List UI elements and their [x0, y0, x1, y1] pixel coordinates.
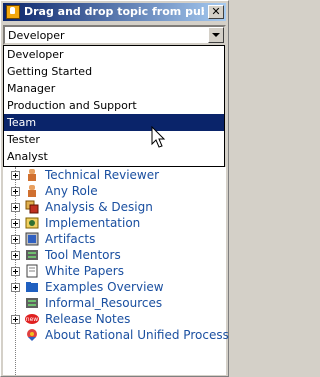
- tree-item[interactable]: About Rational Unified Process: [3, 327, 229, 343]
- role-dropdown-list: Developer Getting Started Manager Produc…: [3, 45, 225, 167]
- tree-item[interactable]: Examples Overview: [3, 279, 226, 295]
- tree-item[interactable]: Tool Mentors: [3, 247, 226, 263]
- tree-item[interactable]: Any Role: [3, 183, 226, 199]
- tree-item-label: About Rational Unified Process: [45, 328, 229, 342]
- new-badge-icon: new: [25, 314, 39, 324]
- tree-item[interactable]: White Papers: [3, 263, 226, 279]
- tree-item-label: Any Role: [45, 184, 98, 198]
- dropdown-item-getting-started[interactable]: Getting Started: [4, 63, 224, 80]
- person-icon: [28, 185, 36, 197]
- expand-icon[interactable]: [11, 219, 20, 228]
- tree-item[interactable]: new Release Notes: [3, 311, 226, 327]
- dropdown-item-team[interactable]: Team: [4, 114, 224, 131]
- tree-item-label: Release Notes: [45, 312, 131, 326]
- tree-item-label: Technical Reviewer: [45, 168, 160, 182]
- tree-item[interactable]: Informal_Resources: [3, 295, 226, 311]
- topic-tree: Technical Reviewer Any Role Analysis & D…: [3, 167, 229, 375]
- tree-item-label: Artifacts: [45, 232, 96, 246]
- tree-item-label: Implementation: [45, 216, 141, 230]
- role-select-value: Developer: [8, 29, 65, 42]
- expand-icon[interactable]: [11, 187, 20, 196]
- expand-icon[interactable]: [11, 171, 20, 180]
- tree-item-label: Examples Overview: [45, 280, 164, 294]
- process-icon: [6, 5, 20, 19]
- tools-icon: [26, 250, 38, 260]
- tree-item-label: Analysis & Design: [45, 200, 153, 214]
- window-title: Drag and drop topic from publi...: [24, 5, 204, 18]
- tree-item[interactable]: Technical Reviewer: [3, 167, 226, 183]
- design-icon: [25, 200, 39, 214]
- title-bar[interactable]: Drag and drop topic from publi... ✕: [3, 3, 226, 21]
- expand-icon[interactable]: [11, 283, 20, 292]
- dropdown-item-analyst[interactable]: Analyst: [4, 148, 224, 165]
- implementation-icon: [25, 217, 39, 229]
- role-select[interactable]: Developer: [3, 25, 226, 45]
- chevron-down-icon[interactable]: [208, 27, 224, 43]
- mouse-pointer-icon: [151, 126, 166, 148]
- resources-icon: [26, 298, 38, 308]
- tree-item-label: Tool Mentors: [45, 248, 121, 262]
- tree-item-label: White Papers: [45, 264, 124, 278]
- expand-icon[interactable]: [11, 235, 20, 244]
- svg-text:new: new: [26, 316, 38, 323]
- person-icon: [28, 169, 36, 181]
- tree-item[interactable]: Artifacts: [3, 231, 226, 247]
- close-button[interactable]: ✕: [208, 5, 224, 19]
- paper-icon: [26, 264, 38, 278]
- tree-item[interactable]: Analysis & Design: [3, 199, 226, 215]
- dropdown-item-developer[interactable]: Developer: [4, 46, 224, 63]
- expand-icon[interactable]: [11, 267, 20, 276]
- rational-logo-icon: [27, 329, 37, 341]
- drag-drop-window: Drag and drop topic from publi... ✕ Deve…: [0, 0, 229, 377]
- dropdown-item-tester[interactable]: Tester: [4, 131, 224, 148]
- dropdown-item-production-support[interactable]: Production and Support: [4, 97, 224, 114]
- artifacts-icon: [25, 232, 39, 246]
- tree-item[interactable]: Implementation: [3, 215, 226, 231]
- expand-icon[interactable]: [11, 315, 20, 324]
- folder-icon: [26, 282, 38, 292]
- dropdown-item-manager[interactable]: Manager: [4, 80, 224, 97]
- expand-icon[interactable]: [11, 251, 20, 260]
- tree-item-label: Informal_Resources: [45, 296, 163, 310]
- expand-icon[interactable]: [11, 203, 20, 212]
